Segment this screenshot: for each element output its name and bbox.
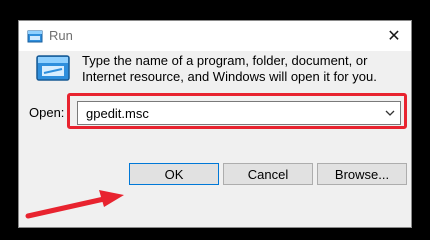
- title-bar[interactable]: Run ✕: [19, 21, 411, 51]
- run-dialog: Run ✕ Type the name of a program, folder…: [18, 20, 412, 228]
- window-title: Run: [49, 28, 73, 43]
- open-input-value: gpedit.msc: [86, 106, 149, 121]
- open-input[interactable]: gpedit.msc: [77, 101, 401, 125]
- description-text: Type the name of a program, folder, docu…: [82, 53, 377, 84]
- ok-button[interactable]: OK: [129, 163, 219, 185]
- run-icon: [36, 55, 70, 81]
- close-button[interactable]: ✕: [377, 21, 411, 51]
- chevron-down-icon[interactable]: [384, 107, 396, 119]
- open-label: Open:: [29, 105, 65, 120]
- browse-button[interactable]: Browse...: [317, 163, 407, 185]
- close-icon: ✕: [387, 28, 401, 45]
- cancel-button[interactable]: Cancel: [223, 163, 313, 185]
- run-icon: [27, 30, 43, 43]
